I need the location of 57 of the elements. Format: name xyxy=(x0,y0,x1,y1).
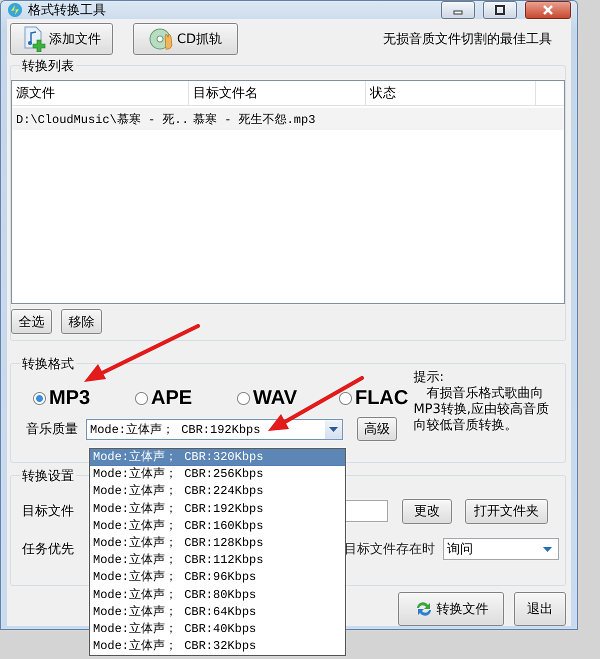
radio-button[interactable] xyxy=(135,392,148,404)
dropdown-item[interactable]: Mode:立体声； CBR:96Kbps xyxy=(90,569,345,586)
music-file-add-icon xyxy=(22,26,46,52)
format-radio[interactable]: FLAC xyxy=(339,386,411,410)
cd-hand-icon xyxy=(148,27,174,51)
tip-title: 提示: xyxy=(413,370,445,386)
open-folder-button[interactable]: 打开文件夹 xyxy=(465,498,548,524)
dropdown-item[interactable]: Mode:立体声； CBR:224Kbps xyxy=(90,483,345,501)
quality-dropdown[interactable]: Mode:立体声； CBR:192Kbps xyxy=(86,418,343,440)
field-label: 目标文件 xyxy=(22,503,74,520)
remove-button[interactable]: 移除 xyxy=(61,309,102,334)
dropdown-arrow-icon xyxy=(329,426,338,432)
radio-button[interactable] xyxy=(339,392,352,404)
tagline: 无损音质文件切割的最佳工具 xyxy=(383,31,552,48)
close-button[interactable] xyxy=(525,1,571,19)
maximize-button[interactable] xyxy=(483,1,517,19)
dropdown-item[interactable]: Mode:立体声； CBR:64Kbps xyxy=(90,604,345,621)
add-file-button[interactable]: 添加文件 xyxy=(10,23,113,55)
column-header[interactable]: 目标文件名 xyxy=(189,81,366,105)
dropdown-item[interactable]: Mode:立体声； CBR:40Kbps xyxy=(90,620,345,638)
dropdown-item[interactable]: Mode:立体声； CBR:192Kbps xyxy=(90,500,345,518)
dropdown-item[interactable]: Mode:立体声； CBR:112Kbps xyxy=(90,552,345,570)
dropdown-item[interactable]: Mode:立体声； CBR:128Kbps xyxy=(90,534,345,552)
group-title: 转换设置 xyxy=(22,469,74,484)
dropdown-arrow-icon xyxy=(543,546,552,552)
minimize-button[interactable] xyxy=(441,1,475,19)
field-label: 目标文件存在时 xyxy=(344,541,435,558)
dropdown-item[interactable]: Mode:立体声； CBR:160Kbps xyxy=(90,518,345,535)
dropdown-item[interactable]: Mode:立体声； CBR:80Kbps xyxy=(90,586,345,604)
radio-button[interactable] xyxy=(237,392,250,404)
app-icon xyxy=(7,2,23,18)
tip-text: 有损音乐格式歌曲向MP3转换,应由较高音质向较低音质转换。 xyxy=(413,386,550,434)
format-radio[interactable]: MP3 xyxy=(33,386,135,410)
cd-rip-button[interactable]: CD抓轨 xyxy=(133,23,238,55)
format-radio[interactable]: APE xyxy=(135,386,237,410)
column-header[interactable]: 源文件 xyxy=(12,81,189,105)
format-radio[interactable]: WAV xyxy=(237,386,339,410)
group-title: 转换格式 xyxy=(22,357,74,372)
group-title: 转换列表 xyxy=(22,59,74,74)
close-icon xyxy=(542,5,554,15)
advanced-button[interactable]: 高级 xyxy=(357,417,397,441)
change-button[interactable]: 更改 xyxy=(402,498,452,524)
field-label: 音乐质量 xyxy=(26,421,78,438)
dropdown-item[interactable]: Mode:立体声； CBR:320Kbps xyxy=(90,449,345,466)
window-title: 格式转换工具 xyxy=(28,2,107,19)
radio-button[interactable] xyxy=(33,392,46,404)
exit-button[interactable]: 退出 xyxy=(514,592,566,626)
maximize-icon xyxy=(494,5,506,15)
column-header[interactable]: 状态 xyxy=(366,81,536,105)
dropdown-item[interactable]: Mode:立体声； CBR:32Kbps xyxy=(90,638,345,656)
select-all-button[interactable]: 全选 xyxy=(11,309,52,334)
exists-dropdown[interactable]: 询问 xyxy=(443,538,559,560)
convert-button[interactable]: 转换文件 xyxy=(398,592,504,626)
table-cell-text: D:\CloudMusic\慕寒 - 死.. xyxy=(15,112,189,128)
dropdown-item[interactable]: Mode:立体声； CBR:256Kbps xyxy=(90,466,345,484)
table-cell-text: 慕寒 - 死生不怨.mp3 xyxy=(192,112,316,128)
field-label: 任务优先 xyxy=(22,541,74,558)
